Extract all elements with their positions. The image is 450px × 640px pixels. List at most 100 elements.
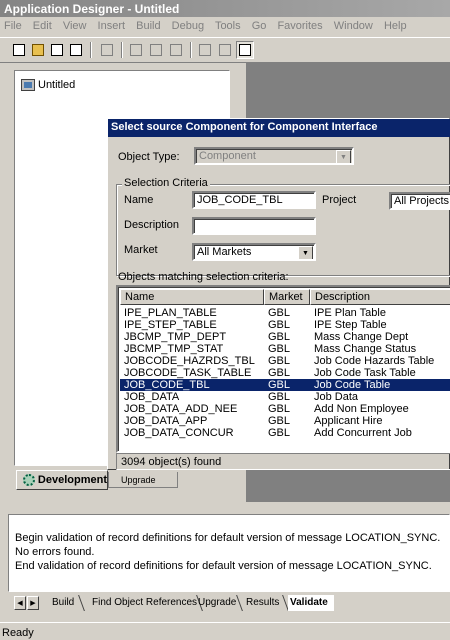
title-bar: Application Designer - Untitled [0,0,450,17]
status-bar: Ready [0,622,450,640]
row-market: GBL [268,403,291,415]
chevron-down-icon[interactable]: ▼ [298,246,313,259]
print-button[interactable] [98,41,116,59]
market-value: All Markets [197,246,252,258]
row-description: Mass Change Dept [314,331,409,343]
list-item[interactable]: IPE_PLAN_TABLE GBL IPE Plan Table [120,307,450,319]
menu-go[interactable]: Go [252,20,267,32]
menu-build[interactable]: Build [136,20,160,32]
paste-icon [170,44,182,56]
properties-icon [199,44,211,56]
list-item[interactable]: JOB_DATA_ADD_NEE GBL Add Non Employee [120,403,450,415]
column-header-name[interactable]: Name [120,289,264,305]
output-line: No errors found. [15,546,95,558]
tab-upgrade-label: Upgrade [121,474,156,485]
row-market: GBL [268,355,291,367]
row-name: JOB_DATA [124,391,180,403]
project-icon [21,79,35,91]
row-name: JOB_DATA_APP [124,415,208,427]
output-line: Begin validation of record definitions f… [15,532,441,544]
tree-item-label: Untitled [38,79,76,91]
list-item-selected[interactable]: JOB_CODE_TBL GBL Job Code Table [120,379,450,391]
new-file-icon [13,44,25,56]
row-description: Job Code Hazards Table [314,355,435,367]
tab-upgrade[interactable]: Upgrade [108,472,178,488]
row-name: JOB_CODE_TBL [124,379,210,391]
menu-tools[interactable]: Tools [215,20,241,32]
row-market: GBL [268,379,291,391]
folder-open-icon [32,44,44,56]
row-name: JOB_DATA_ADD_NEE [124,403,238,415]
row-market: GBL [268,391,291,403]
row-description: Applicant Hire [314,415,383,427]
save-all-button[interactable] [67,41,85,59]
menu-insert[interactable]: Insert [98,20,126,32]
list-item[interactable]: JOB_DATA_CONCUR GBL Add Concurrent Job [120,427,450,439]
cut-button[interactable] [127,41,145,59]
component-interface-icon [239,44,251,56]
row-name: JBCMP_TMP_STAT [124,343,224,355]
selection-criteria-title: Selection Criteria [122,177,210,189]
insert-button[interactable] [216,41,234,59]
menu-help[interactable]: Help [384,20,407,32]
menu-debug[interactable]: Debug [172,20,204,32]
market-select[interactable]: All Markets ▼ [192,243,316,261]
tab-find-object-references[interactable]: Find Object References [92,595,197,611]
copy-icon [150,44,162,56]
name-label: Name [124,194,154,206]
list-item[interactable]: JOB_DATA GBL Job Data [120,391,450,403]
matching-objects-label: Objects matching selection criteria: [118,271,289,283]
row-market: GBL [268,367,291,379]
copy-button[interactable] [147,41,165,59]
tab-development[interactable]: Development [16,470,108,490]
object-type-label: Object Type: [118,151,180,163]
toolbar-separator [121,42,123,58]
row-description: Add Non Employee [314,403,409,415]
row-market: GBL [268,319,291,331]
output-window[interactable]: Begin validation of record definitions f… [8,514,450,592]
list-item[interactable]: JOBCODE_TASK_TABLE GBL Job Code Task Table [120,367,450,379]
menu-view[interactable]: View [63,20,87,32]
tab-validate[interactable]: Validate [288,595,334,611]
toolbar [0,37,450,63]
row-market: GBL [268,415,291,427]
name-input[interactable]: JOB_CODE_TBL [192,191,316,209]
development-icon [23,474,35,486]
properties-button[interactable] [196,41,214,59]
save-icon [51,44,63,56]
toolbar-separator [190,42,192,58]
menu-file[interactable]: File [4,20,22,32]
list-item[interactable]: JOBCODE_HAZRDS_TBL GBL Job Code Hazards Ta… [120,355,450,367]
menu-edit[interactable]: Edit [33,20,52,32]
component-interface-button[interactable] [236,41,254,59]
list-item[interactable]: JBCMP_TMP_DEPT GBL Mass Change Dept [120,331,450,343]
row-market: GBL [268,343,291,355]
list-item[interactable]: IPE_STEP_TABLE GBL IPE Step Table [120,319,450,331]
object-type-select: Component ▼ [194,147,354,165]
object-type-value: Component [199,150,256,162]
list-item[interactable]: JBCMP_TMP_STAT GBL Mass Change Status [120,343,450,355]
row-description: Job Data [314,391,359,403]
project-select[interactable]: All Projects [389,192,450,210]
row-description: Mass Change Status [314,343,417,355]
save-all-icon [70,44,82,56]
output-tabs: ◀ ▶ Build Find Object References Upgrade… [8,595,450,612]
new-button[interactable] [10,41,28,59]
column-header-description[interactable]: Description [310,289,450,305]
description-input[interactable] [192,217,316,235]
tab-scroll-left-icon[interactable]: ◀ [14,596,26,610]
save-button[interactable] [48,41,66,59]
row-market: GBL [268,427,291,439]
column-header-market[interactable]: Market [264,289,310,305]
select-component-dialog: Select source Component for Component In… [107,118,450,470]
menu-window[interactable]: Window [334,20,373,32]
list-item[interactable]: JOB_DATA_APP GBL Applicant Hire [120,415,450,427]
paste-button[interactable] [167,41,185,59]
row-name: JBCMP_TMP_DEPT [124,331,227,343]
open-button[interactable] [29,41,47,59]
tab-scroll-right-icon[interactable]: ▶ [27,596,39,610]
tree-item-root[interactable]: Untitled [21,79,75,91]
results-list[interactable]: Name Market Description IPE_PLAN_TABLE GB… [116,285,450,453]
tab-development-label: Development [37,474,107,486]
menu-favorites[interactable]: Favorites [277,20,322,32]
